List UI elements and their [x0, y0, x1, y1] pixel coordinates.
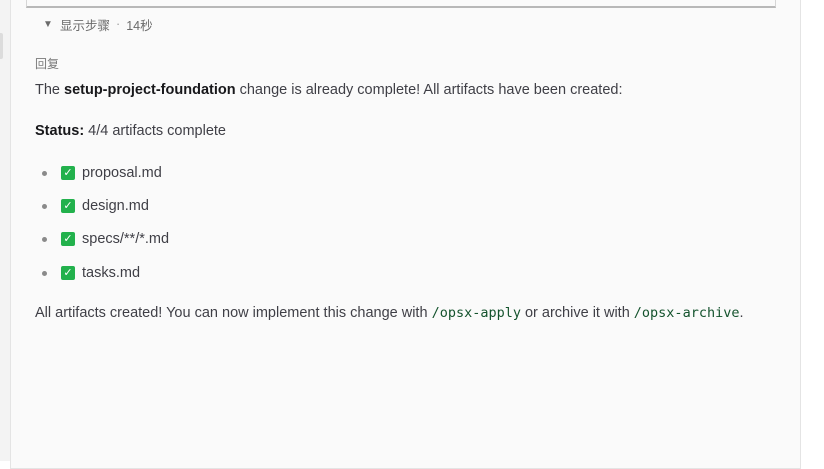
- checkbox-checked-icon: ✓: [61, 232, 75, 246]
- status-line: Status: 4/4 artifacts complete: [35, 123, 226, 139]
- show-steps-toggle[interactable]: ▼ 显示步骤 · 14秒: [42, 15, 153, 33]
- closing-text-3: .: [739, 305, 744, 321]
- left-edge: [0, 0, 10, 461]
- archive-command: /opsx-archive: [633, 305, 740, 321]
- bullet: [42, 203, 47, 209]
- triangle-down-icon: ▼: [43, 18, 53, 30]
- change-name: setup-project-foundation: [64, 82, 236, 98]
- steps-duration: 14秒: [126, 18, 153, 33]
- status-label: Status:: [35, 123, 85, 139]
- list-item: ✓ tasks.md: [42, 263, 140, 283]
- artifact-label: design.md: [82, 198, 149, 214]
- artifact-label: proposal.md: [82, 165, 162, 181]
- intro-text-before: The: [35, 82, 65, 98]
- checkbox-checked-icon: ✓: [61, 266, 75, 280]
- artifact-label: specs/**/*.md: [82, 231, 170, 247]
- checkbox-checked-icon: ✓: [61, 199, 75, 213]
- bullet: [42, 170, 47, 176]
- reply-label: 回复: [35, 57, 60, 71]
- intro-text-after: change is already complete! All artifact…: [235, 82, 623, 98]
- list-item: ✓ design.md: [42, 196, 149, 216]
- show-steps-label: 显示步骤: [60, 18, 111, 33]
- list-item: ✓ specs/**/*.md: [42, 229, 169, 249]
- checkbox-checked-icon: ✓: [61, 166, 75, 180]
- closing-text-2: or archive it with: [520, 305, 634, 321]
- artifact-label: tasks.md: [82, 265, 141, 281]
- closing-line: All artifacts created! You can now imple…: [35, 305, 744, 321]
- scroll-notch: [0, 33, 3, 59]
- previous-code-block-edge: [26, 0, 776, 8]
- reply-intro: The setup-project-foundation change is a…: [35, 82, 623, 98]
- list-item: ✓ proposal.md: [42, 163, 162, 183]
- closing-text-1: All artifacts created! You can now imple…: [35, 305, 432, 321]
- steps-separator: ·: [116, 17, 121, 31]
- bullet: [42, 270, 47, 276]
- status-value: 4/4 artifacts complete: [84, 123, 226, 139]
- bullet: [42, 236, 47, 242]
- apply-command: /opsx-apply: [431, 305, 521, 321]
